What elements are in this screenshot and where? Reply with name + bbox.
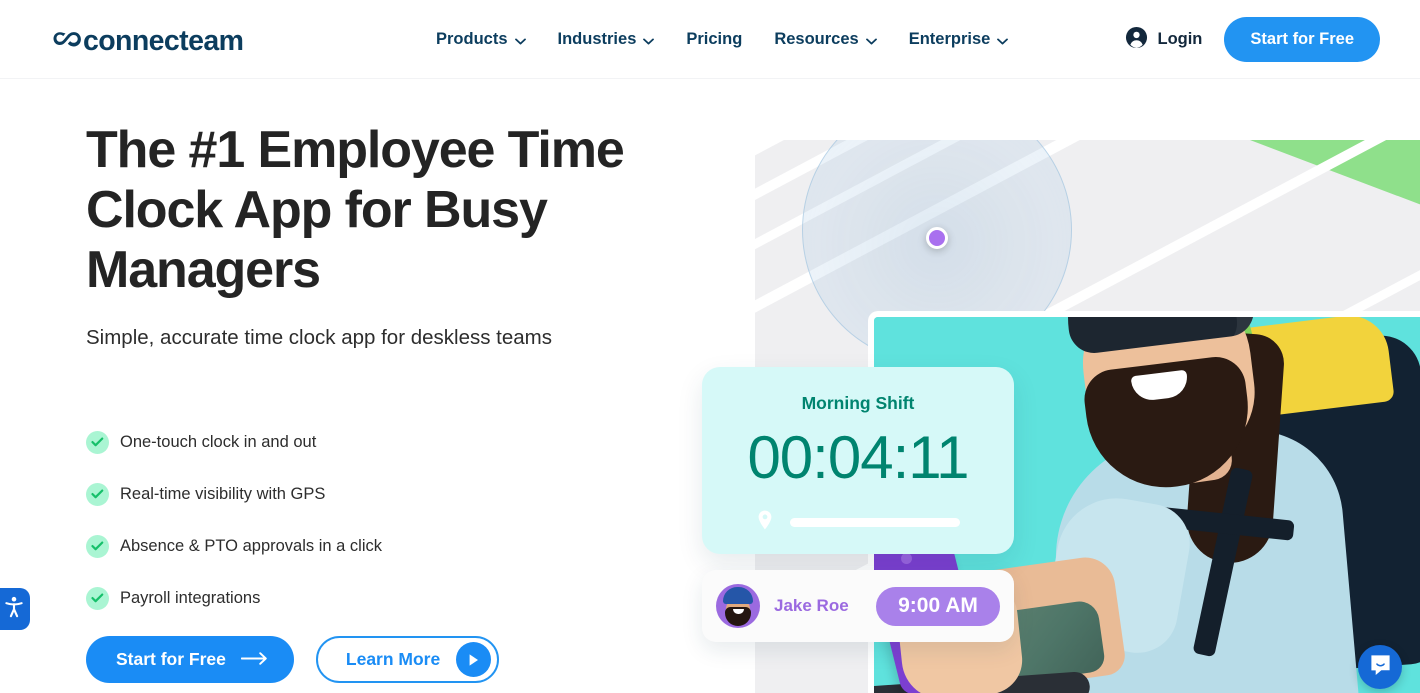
list-item: One-touch clock in and out — [86, 416, 586, 468]
user-account-icon — [1125, 26, 1148, 54]
map-pin-icon — [758, 510, 772, 535]
hero-content: The #1 Employee Time Clock App for Busy … — [0, 79, 700, 693]
gps-dot-icon — [926, 227, 948, 249]
nav-item-industries[interactable]: Industries — [542, 21, 671, 58]
learn-more-button[interactable]: Learn More — [315, 636, 500, 683]
logo-wordmark: connecteam — [83, 25, 244, 58]
feature-label: Absence & PTO approvals in a click — [120, 536, 382, 555]
page-title: The #1 Employee Time Clock App for Busy … — [86, 121, 625, 299]
login-label: Login — [1157, 30, 1203, 48]
nav-item-pricing[interactable]: Pricing — [670, 22, 758, 57]
shift-progress-bar — [790, 518, 960, 527]
nav-label: Enterprise — [908, 30, 991, 48]
login-link[interactable]: Login — [1125, 26, 1202, 54]
nav-item-products[interactable]: Products — [420, 21, 542, 58]
infinity-icon — [50, 26, 84, 57]
feature-label: Payroll integrations — [120, 588, 261, 607]
shift-title: Morning Shift — [801, 393, 915, 413]
play-icon — [456, 642, 492, 677]
map-park-area — [1250, 140, 1420, 205]
nav-label: Industries — [557, 30, 637, 48]
chat-widget-button[interactable] — [1358, 645, 1402, 689]
feature-list: One-touch clock in and out Real-time vis… — [86, 416, 586, 624]
chevron-down-icon — [514, 31, 526, 50]
shift-timer-value: 00:04:11 — [747, 424, 969, 491]
check-icon — [86, 482, 109, 506]
clockin-time-badge: 9:00 AM — [876, 586, 1000, 626]
employee-clockin-card: Jake Roe 9:00 AM — [702, 570, 1014, 642]
accessibility-widget-button[interactable] — [0, 588, 30, 630]
nav-label: Resources — [774, 30, 859, 48]
site-header: connecteam Products Industries Pricing R… — [0, 0, 1420, 79]
employee-name: Jake Roe — [774, 596, 849, 615]
hero-cta-row: Start for Free Learn More — [86, 636, 500, 683]
shift-progress-row — [758, 510, 960, 535]
list-item: Absence & PTO approvals in a click — [86, 520, 586, 572]
hero-primary-cta-label: Start for Free — [116, 649, 226, 669]
hero-start-for-free-button[interactable]: Start for Free — [86, 636, 294, 683]
connecteam-logo[interactable]: connecteam — [50, 25, 244, 58]
hero-subtitle: Simple, accurate time clock app for desk… — [86, 326, 552, 349]
accessibility-icon — [4, 596, 24, 623]
feature-label: One-touch clock in and out — [120, 432, 317, 451]
list-item: Payroll integrations — [86, 572, 586, 624]
nav-label: Pricing — [686, 30, 743, 48]
header-start-for-free-button[interactable]: Start for Free — [1224, 17, 1380, 62]
chat-bubble-icon — [1369, 653, 1392, 681]
chevron-down-icon — [865, 31, 877, 50]
page-root: connecteam Products Industries Pricing R… — [0, 0, 1420, 693]
check-icon — [86, 534, 109, 558]
chevron-down-icon — [643, 31, 655, 50]
nav-label: Products — [436, 30, 508, 48]
chevron-down-icon — [997, 31, 1009, 50]
nav-item-resources[interactable]: Resources — [758, 21, 892, 58]
feature-label: Real-time visibility with GPS — [120, 484, 326, 503]
arrow-right-icon — [240, 649, 268, 670]
check-icon — [86, 430, 109, 454]
nav-item-enterprise[interactable]: Enterprise — [893, 21, 1025, 58]
avatar — [716, 584, 760, 628]
learn-more-label: Learn More — [345, 649, 441, 669]
list-item: Real-time visibility with GPS — [86, 468, 586, 520]
main-navigation: Products Industries Pricing Resources En… — [420, 0, 1024, 79]
morning-shift-card: Morning Shift 00:04:11 — [702, 367, 1014, 554]
header-actions: Login Start for Free — [1125, 0, 1380, 79]
check-icon — [86, 586, 109, 610]
